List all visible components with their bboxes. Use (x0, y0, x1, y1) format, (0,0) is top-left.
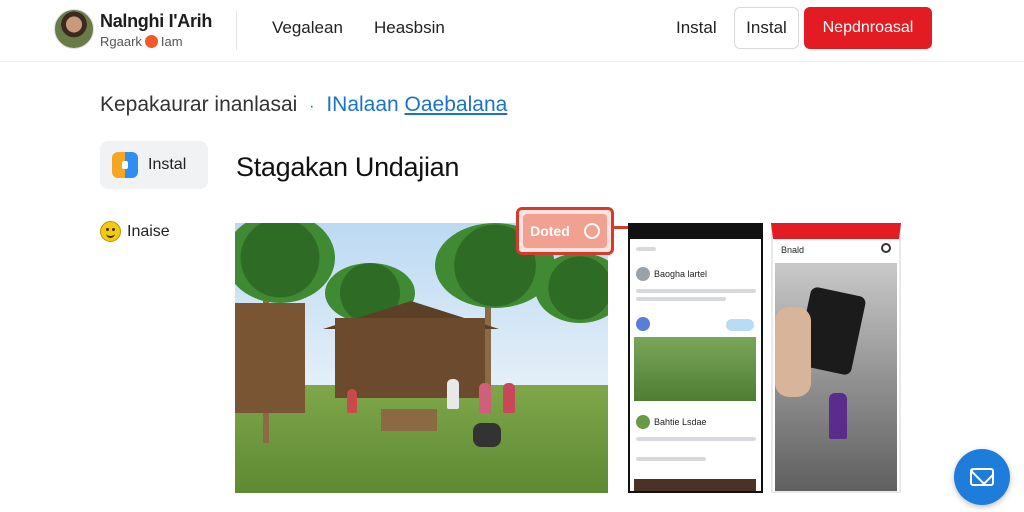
user-icon (583, 223, 600, 239)
motorbike (473, 423, 501, 447)
breadcrumb-item-1[interactable]: Kepakaurar inanlasai (100, 93, 297, 116)
breadcrumb-item-2[interactable]: INalaan (326, 93, 398, 116)
message-fab-button[interactable] (954, 449, 1010, 505)
post-author: Bahtie Lsdae (654, 417, 707, 427)
page-title: Stagakan Undajian (236, 152, 460, 182)
hut-left (235, 303, 305, 413)
breadcrumb: Kepakaurar inanlasai · INalaan Oaebalana (100, 93, 507, 117)
phone-mockup-feed: 8:16 Baogha lartel Bahtie Lsdae (628, 223, 763, 493)
hand (775, 307, 811, 397)
follow-chip[interactable] (726, 319, 754, 331)
smile-icon (100, 221, 121, 242)
brand-subtitle-left: Rgaark (100, 34, 142, 49)
breadcrumb-separator: · (309, 98, 315, 115)
person (503, 383, 515, 413)
person (479, 383, 491, 413)
badge-icon (144, 35, 158, 48)
phone-photo (775, 263, 897, 491)
phone-mockup-photo: Bnald (771, 223, 901, 493)
post-text-line (636, 437, 756, 441)
top-bar: Nalnghi I'Arih Rgaark Iam Vegalean Heasb… (0, 0, 1024, 62)
mail-icon (970, 468, 994, 486)
post-text-line (636, 297, 726, 301)
back-arrow-icon (636, 247, 656, 251)
search-icon (881, 243, 891, 253)
sidebar-app-button-label: Instal (148, 156, 187, 173)
brand-name: Nalnghi I'Arih (100, 11, 213, 31)
child (829, 393, 847, 439)
install-button[interactable]: Instal (734, 7, 799, 49)
install-link[interactable]: Instal (676, 18, 717, 38)
brand-subtitle: Rgaark Iam (100, 34, 183, 49)
sidebar-item-label: Inaise (127, 222, 170, 240)
sidebar-app-button[interactable]: Instal (100, 141, 208, 189)
village-photo (235, 223, 608, 493)
nav-link-1[interactable]: Vegalean (272, 18, 343, 38)
post-author: Baogha lartel (654, 269, 708, 279)
sidebar-item[interactable]: Inaise (100, 221, 170, 242)
header-divider (236, 10, 237, 50)
avatar[interactable] (54, 9, 94, 49)
person (347, 389, 357, 413)
post-text-line (636, 457, 706, 461)
post-avatar (636, 317, 650, 331)
brand-subtitle-right: Iam (160, 34, 183, 49)
post-image (634, 337, 756, 401)
callout-badge-label: Doted (530, 223, 570, 239)
callout-badge[interactable]: Doted (516, 207, 614, 255)
app-icon (112, 152, 138, 178)
callout-badge-inner: Doted (523, 214, 607, 248)
breadcrumb-item-3[interactable]: Oaebalana (405, 93, 508, 116)
post-text-line (636, 289, 756, 293)
hut (335, 318, 485, 398)
phone-app-title: Bnald (781, 245, 805, 255)
post-image (634, 479, 756, 491)
post-avatar (636, 267, 650, 281)
post-avatar (636, 415, 650, 429)
phone-status-time: 8:16 (634, 225, 653, 235)
wooden-bench (381, 409, 437, 431)
primary-cta-button[interactable]: Nepdnroasal (804, 7, 932, 49)
person (447, 379, 459, 409)
nav-link-2[interactable]: Heasbsin (374, 18, 445, 38)
